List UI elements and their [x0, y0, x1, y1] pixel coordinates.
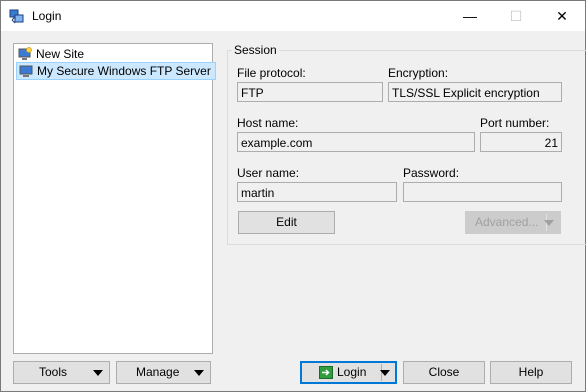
password-field[interactable]: [403, 182, 562, 202]
site-item-label: My Secure Windows FTP Server: [37, 64, 211, 78]
tools-button-label: Tools: [39, 365, 68, 379]
file-protocol-label: File protocol:: [237, 66, 306, 80]
title-bar: Login — ☐ ✕: [1, 1, 585, 31]
window-title: Login: [32, 9, 62, 23]
user-name-label: User name:: [237, 166, 300, 180]
host-name-label: Host name:: [237, 116, 299, 130]
maximize-button[interactable]: ☐: [493, 1, 539, 31]
new-site-icon: [18, 47, 32, 60]
chevron-down-icon: [544, 220, 554, 226]
session-group-title: Session: [232, 43, 279, 57]
close-window-button[interactable]: ✕: [539, 1, 585, 31]
computer-icon: [19, 65, 33, 77]
file-protocol-field[interactable]: FTP: [237, 82, 383, 102]
encryption-label: Encryption:: [388, 66, 449, 80]
encryption-field[interactable]: TLS/SSL Explicit encryption: [388, 82, 562, 102]
app-icon: [9, 9, 24, 24]
manage-button-label: Manage: [136, 365, 180, 379]
login-button[interactable]: Login: [300, 361, 397, 384]
site-list[interactable]: New Site My Secure Windows FTP Server: [13, 43, 216, 354]
site-item-new-site[interactable]: New Site: [16, 46, 88, 62]
user-name-field[interactable]: martin: [237, 182, 397, 202]
login-button-label: Login: [337, 365, 367, 379]
help-button[interactable]: Help: [490, 361, 572, 384]
chevron-down-icon: [93, 370, 103, 376]
tools-button[interactable]: Tools: [13, 361, 110, 384]
manage-button[interactable]: Manage: [116, 361, 211, 384]
edit-button[interactable]: Edit: [238, 211, 335, 234]
site-item-my-secure-windows-ftp-server[interactable]: My Secure Windows FTP Server: [16, 62, 216, 80]
password-label: Password:: [403, 166, 460, 180]
advanced-button[interactable]: Advanced...: [465, 211, 561, 234]
login-icon: [319, 366, 333, 379]
minimize-button[interactable]: —: [447, 1, 493, 31]
port-number-label: Port number:: [480, 116, 550, 130]
port-number-field[interactable]: 21: [480, 132, 562, 152]
chevron-down-icon: [194, 370, 204, 376]
advanced-button-label: Advanced...: [475, 215, 539, 229]
chevron-down-icon: [380, 370, 390, 376]
host-name-field[interactable]: example.com: [237, 132, 475, 152]
site-item-label: New Site: [36, 47, 85, 61]
close-button[interactable]: Close: [403, 361, 485, 384]
